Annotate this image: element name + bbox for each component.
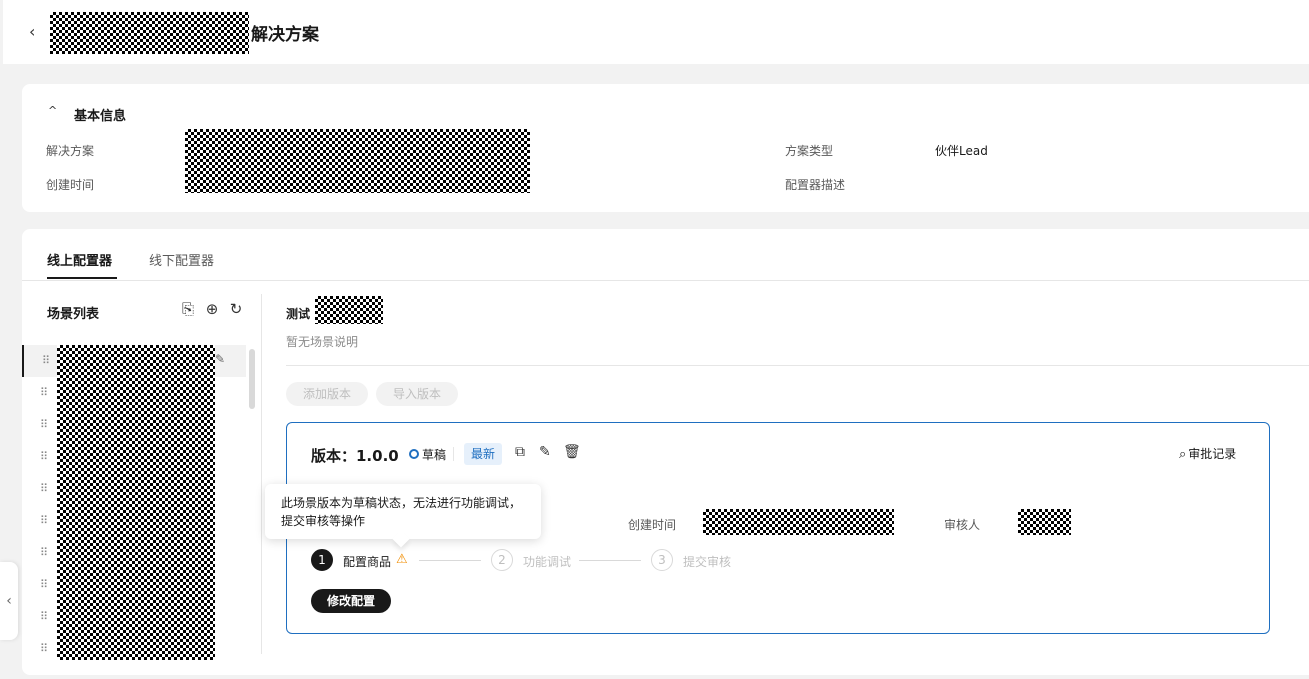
audit-record-label: 审批记录 (1188, 447, 1237, 461)
version-title: 版本：1.0.0 (311, 447, 399, 465)
step-1-label: 配置商品 (343, 555, 392, 569)
drag-handle-icon[interactable]: ⠿ (40, 482, 48, 495)
scene-list-title: 场景列表 (47, 307, 100, 322)
drag-handle-icon[interactable]: ⠿ (42, 354, 50, 367)
redacted-scene-name (315, 296, 383, 324)
step-1-number: 1 (311, 549, 333, 571)
draft-status-dot-icon (409, 449, 419, 459)
scene-description: 暂无场景说明 (286, 335, 359, 349)
edit-icon[interactable]: ✎ (539, 444, 551, 460)
sidebar-expand-toggle[interactable]: ‹ (0, 562, 18, 640)
delete-icon[interactable]: 🗑 (563, 444, 581, 460)
reviewer-label: 审核人 (944, 518, 981, 532)
redacted-reviewer (1018, 509, 1071, 535)
scene-name: 测试 (286, 307, 311, 321)
version-status: 草稿 (422, 448, 447, 462)
add-version-button[interactable]: 添加版本 (286, 382, 369, 406)
content-divider (286, 365, 1309, 366)
tab-offline-configurator[interactable]: 线下配置器 (149, 250, 214, 269)
tab-online-configurator[interactable]: 线上配置器 (47, 250, 112, 269)
drag-handle-icon[interactable]: ⠿ (40, 578, 48, 591)
warning-icon[interactable]: ⚠ (396, 552, 408, 567)
list-divider (261, 294, 262, 654)
import-version-button[interactable]: 导入版本 (376, 382, 459, 406)
tab-divider (22, 280, 1309, 281)
configurator-desc-label: 配置器描述 (785, 178, 846, 192)
drag-handle-icon[interactable]: ⠿ (40, 642, 48, 655)
redacted-info-values (185, 129, 530, 193)
step-connector (579, 560, 641, 561)
basic-info-card: ^ 基本信息 解决方案 创建时间 方案类型 伙伴Lead 配置器描述 (22, 84, 1309, 212)
top-bar: ‹ 解决方案 (3, 0, 1309, 64)
latest-badge: 最新 (464, 443, 503, 465)
created-time-label: 创建时间 (46, 178, 95, 192)
collapse-chevron-icon[interactable]: ^ (48, 104, 57, 117)
step-3-number: 3 (651, 549, 673, 571)
new-scene-icon[interactable]: ⎘ (179, 300, 197, 318)
solution-type-label: 方案类型 (785, 144, 834, 158)
version-separator (453, 447, 454, 461)
tooltip-text-line2: 提交审核等操作 (281, 514, 366, 528)
redacted-scene-names (57, 345, 215, 660)
drag-handle-icon[interactable]: ⠿ (40, 514, 48, 527)
audit-record-link[interactable]: ⌕ 审批记录 (1179, 445, 1236, 462)
drag-handle-icon[interactable]: ⠿ (40, 610, 48, 623)
scene-list-scrollbar[interactable] (249, 349, 255, 409)
configurator-card: 线上配置器 线下配置器 场景列表 ⎘ ⊕ ↻ ⠿ ⠿ ⠿ ⠿ ⠿ ⠿ ⠿ ⠿ ⠿… (22, 229, 1309, 675)
audit-search-icon: ⌕ (1179, 447, 1187, 462)
active-tab-underline (47, 277, 117, 279)
basic-info-title: 基本信息 (74, 109, 127, 124)
back-arrow-icon[interactable]: ‹ (29, 22, 45, 42)
add-circle-icon[interactable]: ⊕ (203, 300, 221, 318)
tooltip-text-line1: 此场景版本为草稿状态，无法进行功能调试， (281, 496, 522, 510)
redacted-created-time (703, 509, 894, 535)
edit-pencil-icon[interactable]: ✎ (215, 352, 225, 366)
page-title: 解决方案 (251, 25, 319, 45)
drag-handle-icon[interactable]: ⠿ (40, 386, 48, 399)
drag-handle-icon[interactable]: ⠿ (40, 546, 48, 559)
step-2-label: 功能调试 (523, 555, 572, 569)
modify-config-button[interactable]: 修改配置 (311, 589, 392, 613)
copy-icon[interactable]: ⧉ (515, 444, 525, 460)
drag-handle-icon[interactable]: ⠿ (40, 418, 48, 431)
drag-handle-icon[interactable]: ⠿ (40, 450, 48, 463)
solution-label: 解决方案 (46, 144, 95, 158)
step-2-number: 2 (491, 549, 513, 571)
redacted-title-prefix (50, 12, 249, 54)
draft-warning-tooltip: 此场景版本为草稿状态，无法进行功能调试， 提交审核等操作 (265, 484, 541, 548)
refresh-icon[interactable]: ↻ (227, 300, 245, 318)
version-created-label: 创建时间 (628, 518, 677, 532)
step-connector (419, 560, 481, 561)
chevron-left-icon: ‹ (6, 593, 12, 609)
step-3-label: 提交审核 (683, 555, 732, 569)
solution-type-value: 伙伴Lead (935, 144, 988, 158)
